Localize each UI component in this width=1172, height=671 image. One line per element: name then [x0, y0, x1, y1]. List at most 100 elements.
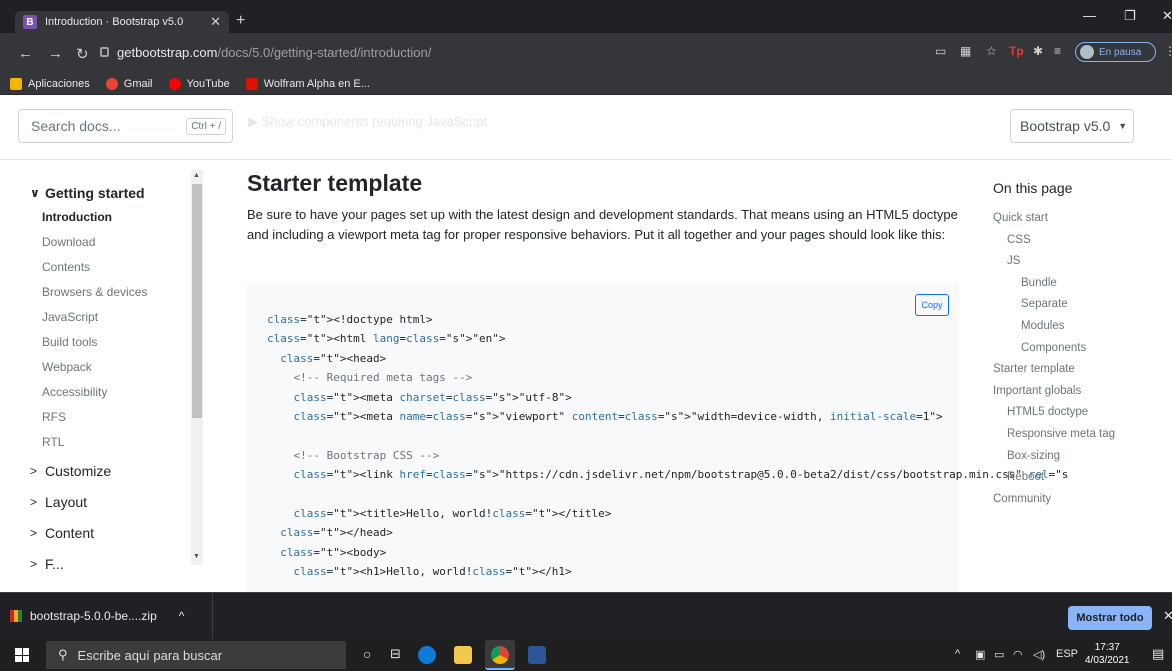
- sidebar-item-download[interactable]: Download: [30, 230, 190, 255]
- gmail-icon: [105, 77, 118, 90]
- toc-link-css[interactable]: CSS: [993, 230, 1163, 252]
- reading-list-icon[interactable]: ≡: [1054, 44, 1061, 58]
- toc-link-separate[interactable]: Separate: [993, 294, 1163, 316]
- lock-icon: [100, 47, 109, 57]
- bookmark-youtube[interactable]: YouTube: [168, 77, 230, 90]
- url-bar[interactable]: getbootstrap.com /docs/5.0/getting-start…: [100, 38, 900, 66]
- code-listing: class="t"><!doctype html> class="t"><html…: [267, 310, 1068, 592]
- menu-kebab-icon[interactable]: ⋮: [1164, 44, 1172, 58]
- version-label: Bootstrap v5.0: [1020, 118, 1111, 134]
- chevron-right-icon: >: [30, 525, 38, 540]
- cortana-icon[interactable]: ○: [363, 646, 371, 662]
- code-line: class="t"></head>: [280, 526, 393, 540]
- toc-link-responsive-meta-tag[interactable]: Responsive meta tag: [993, 424, 1163, 446]
- chevron-right-icon: >: [30, 463, 38, 478]
- language-indicator[interactable]: ESP: [1056, 648, 1078, 660]
- toc-link-html5-doctype[interactable]: HTML5 doctype: [993, 402, 1163, 424]
- close-tab-icon[interactable]: ✕: [210, 14, 221, 30]
- sidebar-item-accessibility[interactable]: Accessibility: [30, 380, 190, 405]
- chevron-up-icon[interactable]: ^: [179, 609, 185, 623]
- sidebar-section-content[interactable]: > Content: [30, 517, 190, 548]
- chrome-taskbar-button[interactable]: [485, 640, 515, 670]
- toc-link-modules[interactable]: Modules: [993, 316, 1163, 338]
- notifications-icon[interactable]: ▤: [1152, 646, 1164, 662]
- toc-link-bundle[interactable]: Bundle: [993, 273, 1163, 295]
- toc-link-reboot[interactable]: Reboot: [993, 467, 1163, 489]
- search-icon: ⚲: [58, 647, 68, 662]
- wifi-icon[interactable]: ◠: [1013, 648, 1023, 661]
- scroll-down-arrow-icon[interactable]: ▼: [193, 553, 200, 560]
- file-explorer-icon[interactable]: [454, 646, 472, 664]
- restore-icon[interactable]: ❐: [1124, 8, 1136, 24]
- show-all-downloads-button[interactable]: Mostrar todo: [1068, 606, 1152, 630]
- sidebar-section-customize[interactable]: > Customize: [30, 455, 190, 486]
- scroll-up-arrow-icon[interactable]: ▲: [193, 172, 200, 179]
- new-tab-icon[interactable]: +: [236, 12, 245, 30]
- download-item[interactable]: bootstrap-5.0.0-be....zip ^: [10, 593, 184, 639]
- battery-icon[interactable]: ▭: [994, 648, 1004, 661]
- code-line: class="t"><meta charset=class="s">"utf-8…: [293, 390, 572, 404]
- forward-icon[interactable]: →: [48, 45, 63, 62]
- cast-icon[interactable]: ▭: [935, 44, 946, 58]
- toc-link-js[interactable]: JS: [993, 251, 1163, 273]
- toc-link-box-sizing[interactable]: Box-sizing: [993, 446, 1163, 468]
- toc-link-components[interactable]: Components: [993, 338, 1163, 360]
- bootstrap-favicon-icon: B: [23, 15, 37, 29]
- sidebar-section-layout[interactable]: > Layout: [30, 486, 190, 517]
- browser-tab-active[interactable]: B Introduction · Bootstrap v5.0 ✕: [15, 11, 229, 33]
- sidebar-item-introduction[interactable]: Introduction: [30, 205, 190, 230]
- apps-grid-icon: [10, 77, 22, 90]
- profile-button[interactable]: En pausa: [1075, 42, 1156, 62]
- extension-tp-icon[interactable]: Tp: [1009, 44, 1024, 58]
- toc-link-quick-start[interactable]: Quick start: [993, 208, 1163, 230]
- code-line: class="t"><html lang=class="s">"en">: [267, 332, 506, 346]
- task-view-icon[interactable]: ⊟: [390, 646, 401, 662]
- sidebar-scrollbar[interactable]: ▲ ▼: [191, 170, 203, 565]
- toc-link-important-globals[interactable]: Important globals: [993, 381, 1163, 403]
- bookmark-star-icon[interactable]: ☆: [986, 44, 997, 58]
- version-dropdown[interactable]: Bootstrap v5.0 ▼: [1010, 109, 1134, 143]
- bookmarks-bar: Aplicaciones Gmail YouTube Wolfram Alpha…: [0, 73, 1172, 95]
- windows-start-icon[interactable]: [15, 648, 29, 662]
- sidebar-item-contents[interactable]: Contents: [30, 255, 190, 280]
- taskbar-search-input[interactable]: ⚲ Escribe aquí para buscar: [46, 641, 346, 669]
- sidebar-item-build-tools[interactable]: Build tools: [30, 330, 190, 355]
- sidebar-item-rtl[interactable]: RTL: [30, 430, 190, 455]
- clock-date: 4/03/2021: [1085, 655, 1130, 666]
- toc-link-starter-template[interactable]: Starter template: [993, 359, 1163, 381]
- system-clock[interactable]: 17:37 4/03/2021: [1085, 641, 1130, 667]
- download-shelf: bootstrap-5.0.0-be....zip ^ Mostrar todo…: [0, 592, 1172, 639]
- bookmark-gmail[interactable]: Gmail: [105, 77, 153, 90]
- close-shelf-icon[interactable]: ✕: [1163, 608, 1172, 624]
- bookmark-apps[interactable]: Aplicaciones: [10, 77, 90, 90]
- back-icon[interactable]: ←: [18, 45, 33, 62]
- faded-toggle-text: ▶ Show components requiring JavaScript: [248, 114, 488, 129]
- sidebar-section-f-[interactable]: > F...: [30, 548, 190, 579]
- section-title: Starter template: [247, 170, 423, 196]
- tray-app-icon[interactable]: ▣: [975, 648, 985, 661]
- youtube-icon: [168, 77, 181, 90]
- close-window-icon[interactable]: ✕: [1162, 8, 1172, 24]
- docs-sidebar: ∨ Getting started Introduction Download Co…: [30, 180, 190, 579]
- edge-icon[interactable]: [418, 646, 436, 664]
- search-docs-input[interactable]: Search docs... Ctrl + /: [18, 109, 233, 143]
- sidebar-item-webpack[interactable]: Webpack: [30, 355, 190, 380]
- extensions-puzzle-icon[interactable]: ✱: [1033, 44, 1043, 58]
- word-icon[interactable]: [528, 646, 546, 664]
- volume-icon[interactable]: ◁): [1033, 648, 1045, 661]
- scrollbar-thumb[interactable]: [192, 184, 202, 418]
- reload-icon[interactable]: ↻: [76, 45, 89, 63]
- minimize-icon[interactable]: —: [1083, 8, 1096, 23]
- sidebar-item-browsers-devices[interactable]: Browsers & devices: [30, 280, 190, 305]
- caret-down-icon: ▼: [1118, 121, 1128, 131]
- code-line: class="t"><title>Hello, world!class="t">…: [293, 507, 612, 521]
- sidebar-item-javascript[interactable]: JavaScript: [30, 305, 190, 330]
- qr-icon[interactable]: ▦: [960, 44, 971, 58]
- bookmark-wolfram[interactable]: Wolfram Alpha en E...: [245, 77, 370, 90]
- sidebar-section-getting-started[interactable]: ∨ Getting started: [30, 180, 190, 205]
- toc-link-community[interactable]: Community: [993, 489, 1163, 511]
- tray-chevron-up-icon[interactable]: ^: [955, 648, 960, 660]
- sidebar-item-rfs[interactable]: RFS: [30, 405, 190, 430]
